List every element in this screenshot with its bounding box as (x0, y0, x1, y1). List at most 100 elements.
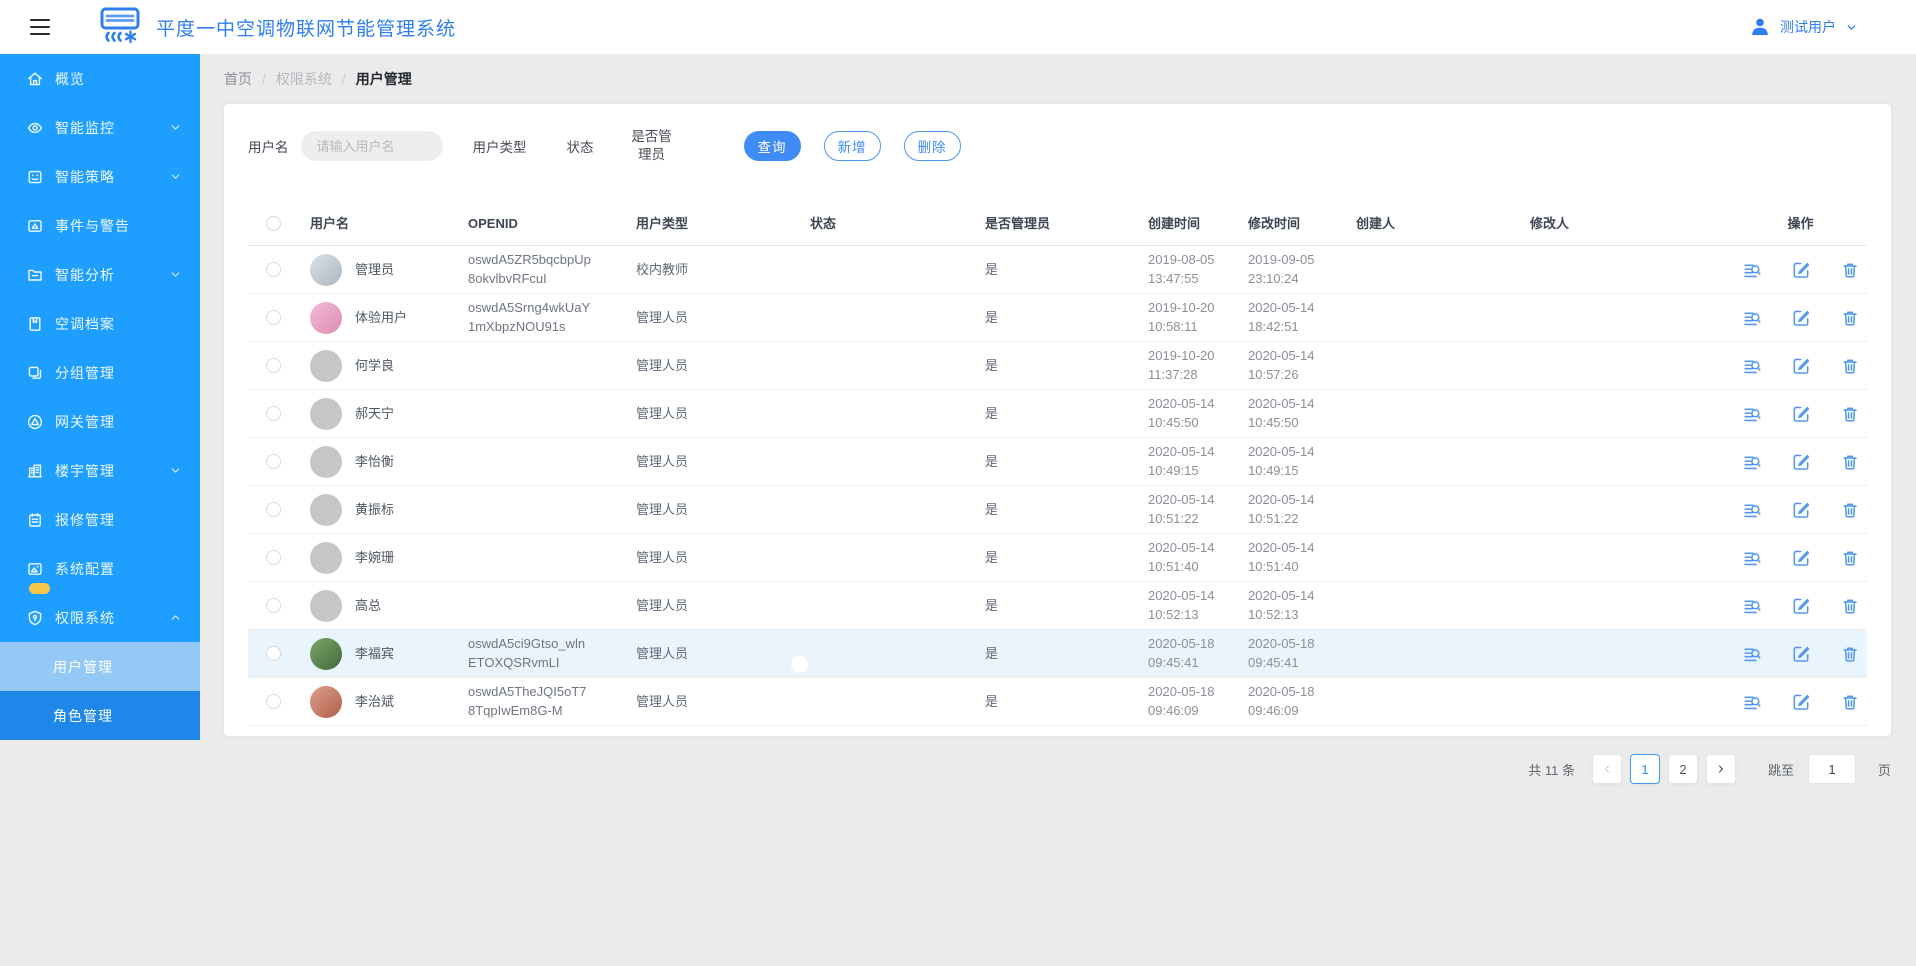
row-select-radio[interactable] (265, 598, 281, 614)
edit-button[interactable] (1791, 548, 1811, 568)
is-admin-cell: 是 (985, 597, 999, 613)
delete-row-button[interactable] (1840, 644, 1860, 664)
sidebar-item-archive[interactable]: 空调档案 (0, 299, 200, 348)
row-select-radio[interactable] (265, 358, 281, 374)
edit-icon (1791, 502, 1811, 523)
edit-button[interactable] (1791, 500, 1811, 520)
trash-icon (1840, 695, 1860, 715)
view-button[interactable] (1742, 260, 1762, 280)
creator-cell (1354, 602, 1524, 610)
view-button[interactable] (1742, 692, 1762, 712)
breadcrumb-permission-system[interactable]: 权限系统 (276, 69, 332, 89)
sidebar-subitem-role-management[interactable]: 角色管理 (0, 691, 200, 740)
view-button[interactable] (1742, 308, 1762, 328)
page-button-1[interactable]: 1 (1629, 754, 1660, 784)
edit-button[interactable] (1791, 644, 1811, 664)
delete-button[interactable]: 删除 (903, 131, 961, 162)
row-select-radio[interactable] (265, 694, 281, 710)
prev-page-button[interactable] (1591, 754, 1622, 784)
edit-button[interactable] (1791, 260, 1811, 280)
strategy-icon (26, 168, 44, 186)
breadcrumb-separator: / (262, 71, 266, 87)
next-page-button[interactable] (1705, 754, 1736, 784)
user-avatar (310, 589, 342, 622)
delete-row-button[interactable] (1840, 404, 1860, 424)
username-cell: 李怡衡 (355, 453, 395, 469)
breadcrumb-home[interactable]: 首页 (224, 69, 252, 89)
sidebar-item-building[interactable]: 楼宇管理 (0, 446, 200, 495)
delete-row-button[interactable] (1840, 356, 1860, 376)
delete-row-button[interactable] (1840, 500, 1860, 520)
row-select-radio[interactable] (265, 502, 281, 518)
view-button[interactable] (1742, 644, 1762, 664)
sidebar-item-repair[interactable]: 报修管理 (0, 495, 200, 544)
edit-icon (1791, 310, 1811, 331)
edit-button[interactable] (1791, 404, 1811, 424)
row-select-radio[interactable] (265, 454, 281, 470)
view-button[interactable] (1742, 596, 1762, 616)
delete-row-button[interactable] (1840, 692, 1860, 712)
chevron-up-icon (169, 611, 182, 624)
username-cell: 何学良 (355, 357, 395, 373)
trash-icon (1840, 503, 1860, 523)
edit-button[interactable] (1791, 596, 1811, 616)
created-time-cell: 2020-05-14 10:45:50 (1148, 396, 1215, 430)
delete-row-button[interactable] (1840, 308, 1860, 328)
user-menu[interactable]: 测试用户 (1749, 16, 1858, 38)
modifier-cell (1524, 266, 1734, 274)
sidebar-subitem-user-management[interactable]: 用户管理 (0, 642, 200, 691)
username-input[interactable] (300, 131, 443, 162)
row-select-radio[interactable] (265, 262, 281, 278)
delete-row-button[interactable] (1840, 260, 1860, 280)
trash-icon (1840, 359, 1860, 379)
sidebar-item-gateway[interactable]: 网关管理 (0, 397, 200, 446)
table-row: 李婉珊 管理人员 是 2020-05-14 10:51:40 2020-05-14 10… (248, 534, 1867, 583)
table-row: 黄振标 管理人员 是 2020-05-14 10:51:22 2020-05-14 10… (248, 486, 1867, 535)
view-button[interactable] (1742, 500, 1762, 520)
view-detail-icon (1742, 600, 1762, 619)
jump-page-input[interactable] (1807, 754, 1856, 784)
modifier-cell (1524, 602, 1734, 610)
view-button[interactable] (1742, 452, 1762, 472)
user-avatar (310, 445, 342, 478)
edit-button[interactable] (1791, 692, 1811, 712)
delete-row-button[interactable] (1840, 548, 1860, 568)
usertype-cell: 管理人员 (636, 693, 689, 709)
view-button[interactable] (1742, 548, 1762, 568)
modifier-cell (1524, 506, 1734, 514)
hamburger-menu-icon[interactable] (30, 19, 50, 35)
sidebar-item-config[interactable]: 系统配置 (0, 544, 200, 594)
query-button[interactable]: 查询 (743, 131, 801, 162)
view-button[interactable] (1742, 404, 1762, 424)
sidebar-item-permission[interactable]: 权限系统 (0, 593, 200, 642)
sidebar-item-group[interactable]: 分组管理 (0, 348, 200, 397)
select-all-radio[interactable] (265, 216, 281, 232)
add-button[interactable]: 新增 (823, 131, 881, 162)
page-button-2[interactable]: 2 (1667, 754, 1698, 784)
modified-time-cell: 2020-05-14 10:51:22 (1248, 492, 1315, 526)
view-button[interactable] (1742, 356, 1762, 376)
row-select-radio[interactable] (265, 310, 281, 326)
delete-row-button[interactable] (1840, 452, 1860, 472)
usertype-cell: 管理人员 (636, 453, 689, 469)
sidebar-item-monitor[interactable]: 智能监控 (0, 103, 200, 152)
modified-time-cell: 2020-05-18 09:46:09 (1248, 684, 1315, 718)
sidebar-item-event[interactable]: 事件与警告 (0, 201, 200, 250)
trash-icon (1840, 407, 1860, 427)
sidebar-item-home[interactable]: 概览 (0, 54, 200, 103)
created-time-cell: 2020-05-14 10:52:13 (1148, 588, 1215, 622)
row-select-radio[interactable] (265, 550, 281, 566)
edit-button[interactable] (1791, 356, 1811, 376)
table-row: 管理员 oswdA5ZR5bqcbpUp8okvlbvRFcuI 校内教师 是 2019… (248, 246, 1867, 295)
view-detail-icon (1742, 264, 1762, 283)
row-select-radio[interactable] (265, 406, 281, 422)
sidebar-item-strategy[interactable]: 智能策略 (0, 152, 200, 201)
sidebar-item-analysis[interactable]: 智能分析 (0, 250, 200, 299)
row-select-radio[interactable] (265, 646, 281, 662)
creator-cell (1354, 650, 1524, 658)
edit-button[interactable] (1791, 452, 1811, 472)
chevron-down-icon (169, 464, 182, 477)
trash-icon (1840, 551, 1860, 571)
delete-row-button[interactable] (1840, 596, 1860, 616)
edit-button[interactable] (1791, 308, 1811, 328)
